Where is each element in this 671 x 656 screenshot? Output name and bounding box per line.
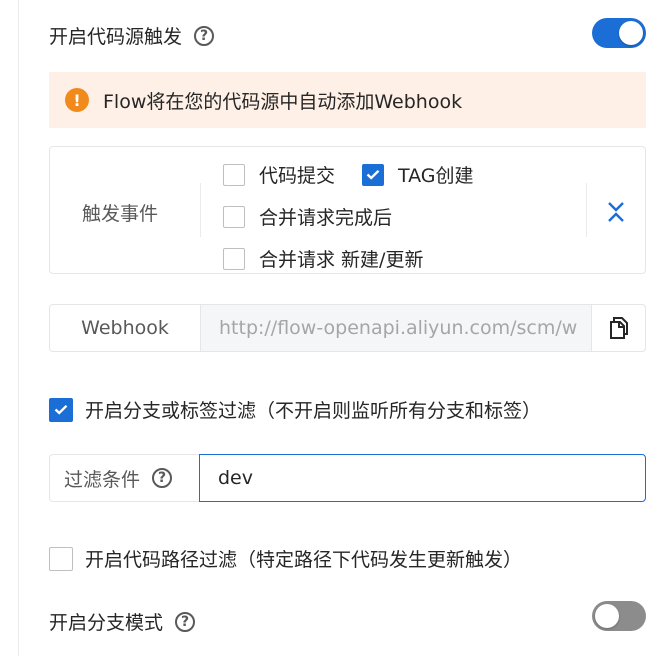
event-label: 合并请求 新建/更新 [259,249,424,271]
webhook-field: Webhook http://flow-openapi.aliyun.com/s… [49,304,646,352]
branch-mode-label: 开启分支模式 [49,612,164,634]
webhook-url[interactable]: http://flow-openapi.aliyun.com/scm/w [201,305,591,351]
trigger-events-box: 触发事件 代码提交 TAG创建 合并请求完成后 合并请求 新建/更新 [49,146,646,274]
code-source-trigger-toggle[interactable] [592,18,646,48]
toggle-knob [619,21,643,45]
event-label: TAG创建 [398,165,474,187]
webhook-info-alert: ! Flow将在您的代码源中自动添加Webhook [49,72,646,128]
webhook-label: Webhook [50,305,201,351]
copy-icon [609,317,628,339]
branch-mode-row: 开启分支模式 ? [49,608,196,635]
collapse-chevrons-icon[interactable] [604,199,628,225]
checkbox-checked[interactable] [362,163,384,186]
checkmark-icon [54,404,68,415]
toggle-knob [595,604,619,628]
panel-left-border [18,0,19,656]
checkbox[interactable] [223,247,245,270]
help-icon[interactable]: ? [194,25,215,46]
warning-icon: ! [65,88,89,112]
event-tag-create[interactable]: TAG创建 [362,161,474,188]
trigger-events-label: 触发事件 [82,203,159,225]
path-filter-checkbox-row[interactable]: 开启代码路径过滤（特定路径下代码发生更新触发） [49,545,522,572]
branch-tag-filter-label: 开启分支或标签过滤（不开启则监听所有分支和标签） [85,400,542,422]
code-source-trigger-row: 开启代码源触发 ? [49,22,215,49]
help-icon[interactable]: ? [175,611,196,632]
help-icon[interactable]: ? [152,468,173,488]
branch-tag-filter-checkbox-row[interactable]: 开启分支或标签过滤（不开启则监听所有分支和标签） [49,396,541,423]
filter-condition-label: 过滤条件 [64,468,141,491]
event-merge-completed[interactable]: 合并请求完成后 [223,203,392,230]
checkmark-icon [366,169,380,180]
copy-button[interactable] [591,305,645,351]
filter-condition-label-box: 过滤条件 ? [49,454,199,502]
code-source-trigger-label: 开启代码源触发 [49,26,183,48]
checkbox[interactable] [49,546,73,571]
path-filter-label: 开启代码路径过滤（特定路径下代码发生更新触发） [85,549,523,571]
event-label: 代码提交 [259,165,336,187]
event-label: 合并请求完成后 [259,207,393,229]
filter-condition-input[interactable] [199,454,646,502]
checkbox[interactable] [223,205,245,228]
event-code-commit[interactable]: 代码提交 [223,161,335,188]
checkbox[interactable] [223,163,245,186]
checkbox-checked[interactable] [49,397,73,422]
divider [586,183,587,237]
trigger-settings-panel: 开启代码源触发 ? ! Flow将在您的代码源中自动添加Webhook 触发事件… [0,0,671,656]
alert-text: Flow将在您的代码源中自动添加Webhook [103,90,463,113]
divider [200,183,201,237]
event-merge-created-updated[interactable]: 合并请求 新建/更新 [223,245,423,272]
branch-mode-toggle[interactable] [592,601,646,631]
